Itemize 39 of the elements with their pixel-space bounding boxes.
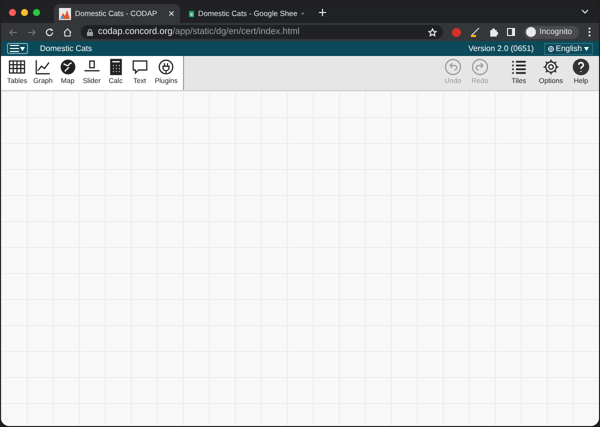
- menu-button[interactable]: [7, 43, 28, 54]
- reload-icon[interactable]: [45, 28, 54, 36]
- new-tab-icon[interactable]: [318, 8, 327, 16]
- pencil-icon[interactable]: [470, 27, 480, 37]
- star-icon[interactable]: [428, 28, 437, 36]
- redo-icon: [470, 58, 489, 76]
- menu-icon: [10, 45, 19, 52]
- profile-button[interactable]: Incognito: [524, 26, 579, 38]
- close-window-icon[interactable]: [9, 8, 16, 16]
- help-icon: [572, 58, 590, 76]
- forward-icon[interactable]: [27, 28, 36, 36]
- globe-icon: [548, 46, 554, 52]
- maximize-window-icon[interactable]: [33, 8, 40, 16]
- menu-icon[interactable]: [588, 27, 591, 37]
- app-logo-icon: [59, 8, 71, 20]
- language-label: English: [556, 42, 582, 54]
- table-icon: [8, 58, 26, 76]
- plug-icon: [157, 58, 176, 76]
- address-bar[interactable]: codap.concord.org/app/static/dg/en/cert/index.html: [81, 25, 443, 39]
- extension-icon[interactable]: [452, 28, 461, 36]
- back-icon[interactable]: [9, 28, 18, 36]
- caret-icon: [20, 46, 25, 50]
- line-chart-icon: [34, 58, 52, 76]
- home-icon[interactable]: [63, 28, 72, 36]
- puzzle-icon[interactable]: [488, 28, 498, 36]
- undo-icon: [444, 58, 462, 76]
- document-title[interactable]: Domestic Cats: [40, 42, 92, 54]
- side-panel-icon[interactable]: [506, 28, 515, 36]
- incognito-icon: [526, 27, 536, 37]
- settings-icon: [542, 58, 560, 76]
- lock-icon: [87, 28, 93, 36]
- close-icon[interactable]: [168, 10, 175, 17]
- speech-bubble-icon: [130, 58, 149, 76]
- version-text: Version 2.0 (0651): [468, 42, 534, 54]
- caret-icon: [584, 46, 589, 50]
- url-text: codap.concord.org/app/static/dg/en/cert/index.html: [98, 25, 300, 38]
- language-menu[interactable]: English: [544, 42, 593, 54]
- chevron-down-icon[interactable]: [581, 8, 589, 16]
- minimize-window-icon[interactable]: [21, 8, 28, 16]
